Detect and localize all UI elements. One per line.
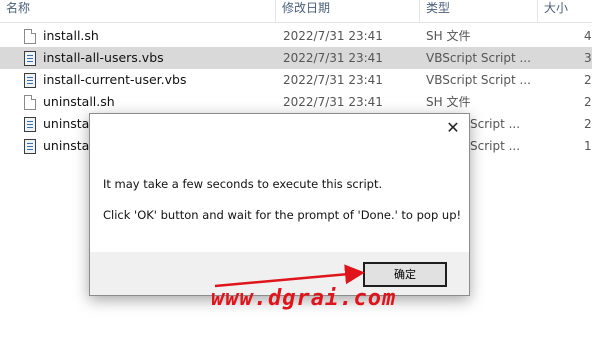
watermark-text: www.dgrai.com [211,286,397,311]
arrow-line [214,264,365,288]
